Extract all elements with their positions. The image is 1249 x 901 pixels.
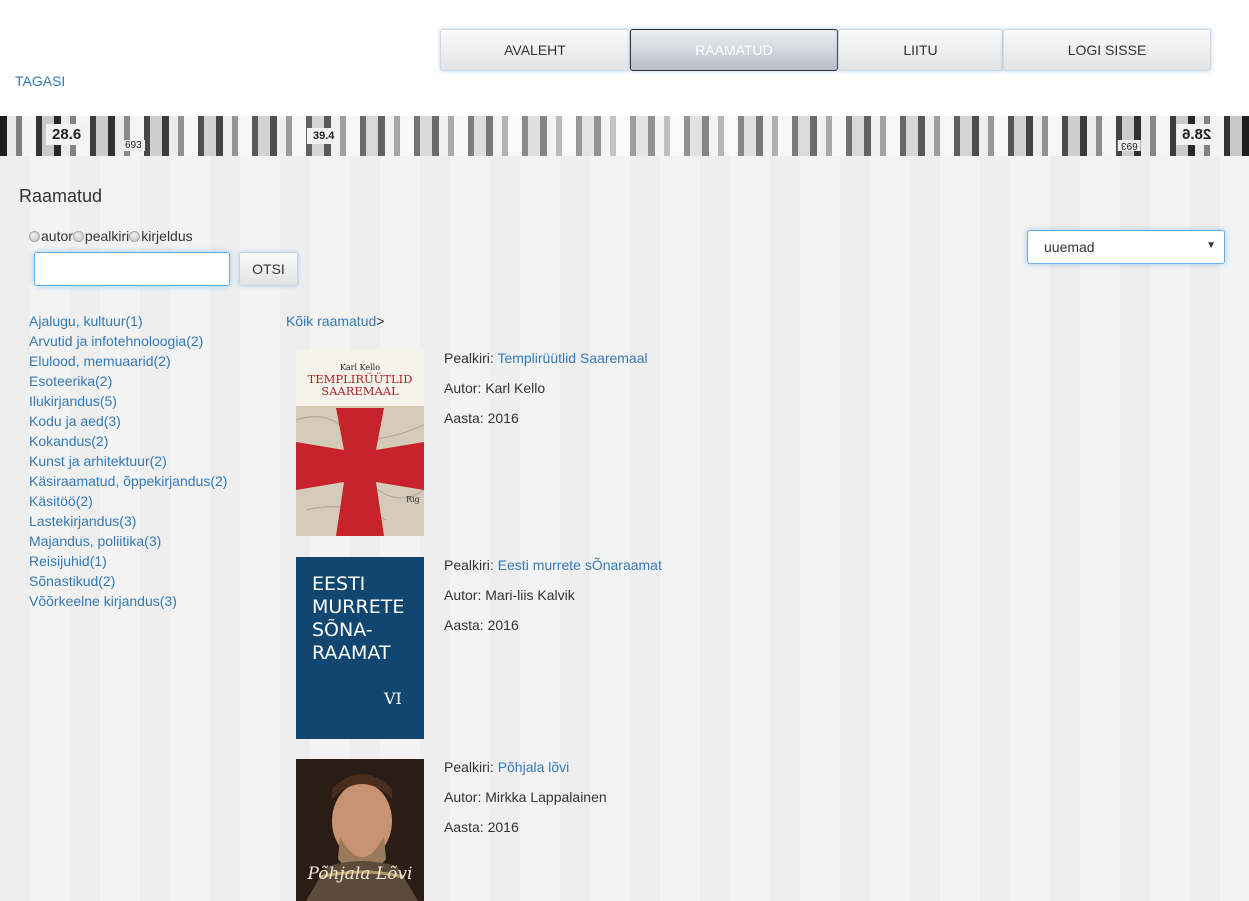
breadcrumb: Kõik raamatud> [286,313,384,329]
book-cover-image: Põhjala Lõvi [296,759,424,901]
category-link[interactable]: Lastekirjandus(3) [29,513,136,529]
book-author: Mirkka Lappalainen [485,789,607,805]
book-cover[interactable]: EESTI MURRETE SÕNA- RAAMAT VI [296,557,424,739]
sort-select[interactable]: uuemad ▼ [1027,230,1225,264]
book-title-row: Pealkiri: Põhjala lõvi [444,759,607,789]
book-author-label: Autor: [444,587,482,603]
book-cover-image: Karl Kello TEMPLIRÜÜTLID SAAREMAAL Rig [296,350,424,536]
radio-kirjeldus[interactable]: kirjeldus [129,228,193,244]
banner-label: 28.6 [1176,124,1218,145]
nav-logi-sisse[interactable]: LOGI SISSE [1003,29,1211,71]
book-year-label: Aasta: [444,410,484,426]
cover-title-line: RAAMAT [312,642,391,664]
cover-map-label: Rig [406,495,420,504]
breadcrumb-link[interactable]: Kõik raamatud [286,313,376,329]
book-author-row: Autor: Mari-liis Kalvik [444,587,662,617]
cover-title-line: SAAREMAAL [321,384,399,398]
category-link[interactable]: Kodu ja aed(3) [29,413,121,429]
book-info: Pealkiri: Templirüütlid Saaremaal Autor:… [444,350,648,440]
nav-avaleht[interactable]: AVALEHT [440,29,630,71]
category-link[interactable]: Majandus, poliitika(3) [29,533,161,549]
book-year-row: Aasta: 2016 [444,410,648,440]
book-year-row: Aasta: 2016 [444,819,607,849]
library-banner: 28.6 693 39.4 693 28.6 [0,116,1249,156]
book-title-label: Pealkiri: [444,759,494,775]
category-link[interactable]: Elulood, memuaarid(2) [29,353,171,369]
book-cover-image: EESTI MURRETE SÕNA- RAAMAT VI [296,557,424,739]
radio-autor[interactable]: autor [29,228,73,244]
main-nav: AVALEHT RAAMATUD LIITU LOGI SISSE [440,29,1211,71]
main-content: Raamatud autor pealkiri kirjeldus OTSI u… [0,156,1249,901]
book-author: Karl Kello [485,380,546,396]
sort-selected-value: uuemad [1044,239,1095,255]
book-title-link[interactable]: Eesti murrete sÕnaraamat [498,557,662,573]
chevron-down-icon: ▼ [1206,240,1216,251]
category-link[interactable]: Arvutid ja infotehnoloogia(2) [29,333,203,349]
search-button[interactable]: OTSI [239,252,298,286]
book-year-row: Aasta: 2016 [444,617,662,647]
book-info: Pealkiri: Eesti murrete sÕnaraamat Autor… [444,557,662,647]
category-link[interactable]: Kokandus(2) [29,433,108,449]
breadcrumb-separator: > [376,313,385,329]
book-author-label: Autor: [444,789,482,805]
category-link[interactable]: Käsitöö(2) [29,493,93,509]
cover-title-line: EESTI [312,573,365,595]
book-cover[interactable]: Põhjala Lõvi [296,759,424,901]
book-author-row: Autor: Mirkka Lappalainen [444,789,607,819]
banner-label: 39.4 [307,128,341,144]
category-link[interactable]: Kunst ja arhitektuur(2) [29,453,167,469]
book-title-row: Pealkiri: Eesti murrete sÕnaraamat [444,557,662,587]
book-title-row: Pealkiri: Templirüütlid Saaremaal [444,350,648,380]
banner-label: 693 [122,140,145,151]
book-author: Mari-liis Kalvik [485,587,575,603]
category-link[interactable]: Käsiraamatud, õppekirjandus(2) [29,473,227,489]
radio-button[interactable] [72,230,84,242]
book-year: 2016 [487,819,519,835]
banner-label: 693 [1118,140,1141,151]
category-link[interactable]: Ilukirjandus(5) [29,393,117,409]
banner-label: 28.6 [46,124,88,145]
category-link[interactable]: Ajalugu, kultuur(1) [29,313,143,329]
book-author-label: Autor: [444,380,482,396]
nav-raamatud[interactable]: RAAMATUD [630,29,838,71]
search-input[interactable] [34,252,230,286]
cover-title: Põhjala Lõvi [307,864,413,884]
radio-label: autor [41,228,73,244]
search-type-radios: autor pealkiri kirjeldus [29,228,193,244]
book-year: 2016 [487,617,519,633]
category-link[interactable]: Sõnastikud(2) [29,573,115,589]
category-link[interactable]: Võõrkeelne kirjandus(3) [29,593,177,609]
book-title-label: Pealkiri: [444,350,494,366]
book-title-label: Pealkiri: [444,557,494,573]
cover-title-line: MURRETE [312,596,404,618]
category-link[interactable]: Esoteerika(2) [29,373,112,389]
book-year-label: Aasta: [444,617,484,633]
category-link[interactable]: Reisijuhid(1) [29,553,107,569]
category-list: Ajalugu, kultuur(1) Arvutid ja infotehno… [29,313,227,613]
book-year: 2016 [487,410,519,426]
book-title-link[interactable]: Templirüütlid Saaremaal [497,350,647,366]
cover-title-line: SÕNA- [312,618,373,641]
cover-volume: VI [383,689,402,708]
book-title-link[interactable]: Põhjala lõvi [498,759,570,775]
book-year-label: Aasta: [444,819,484,835]
radio-label: kirjeldus [141,228,193,244]
page-title: Raamatud [19,186,103,206]
book-cover[interactable]: Karl Kello TEMPLIRÜÜTLID SAAREMAAL Rig [296,350,424,536]
nav-liitu[interactable]: LIITU [838,29,1003,71]
cover-author: Karl Kello [340,363,380,372]
radio-button[interactable] [129,230,141,242]
radio-label: pealkiri [84,228,130,244]
book-info: Pealkiri: Põhjala lõvi Autor: Mirkka Lap… [444,759,607,849]
back-link[interactable]: TAGASI [15,73,65,89]
radio-button[interactable] [29,230,40,242]
radio-pealkiri[interactable]: pealkiri [72,228,130,244]
book-author-row: Autor: Karl Kello [444,380,648,410]
